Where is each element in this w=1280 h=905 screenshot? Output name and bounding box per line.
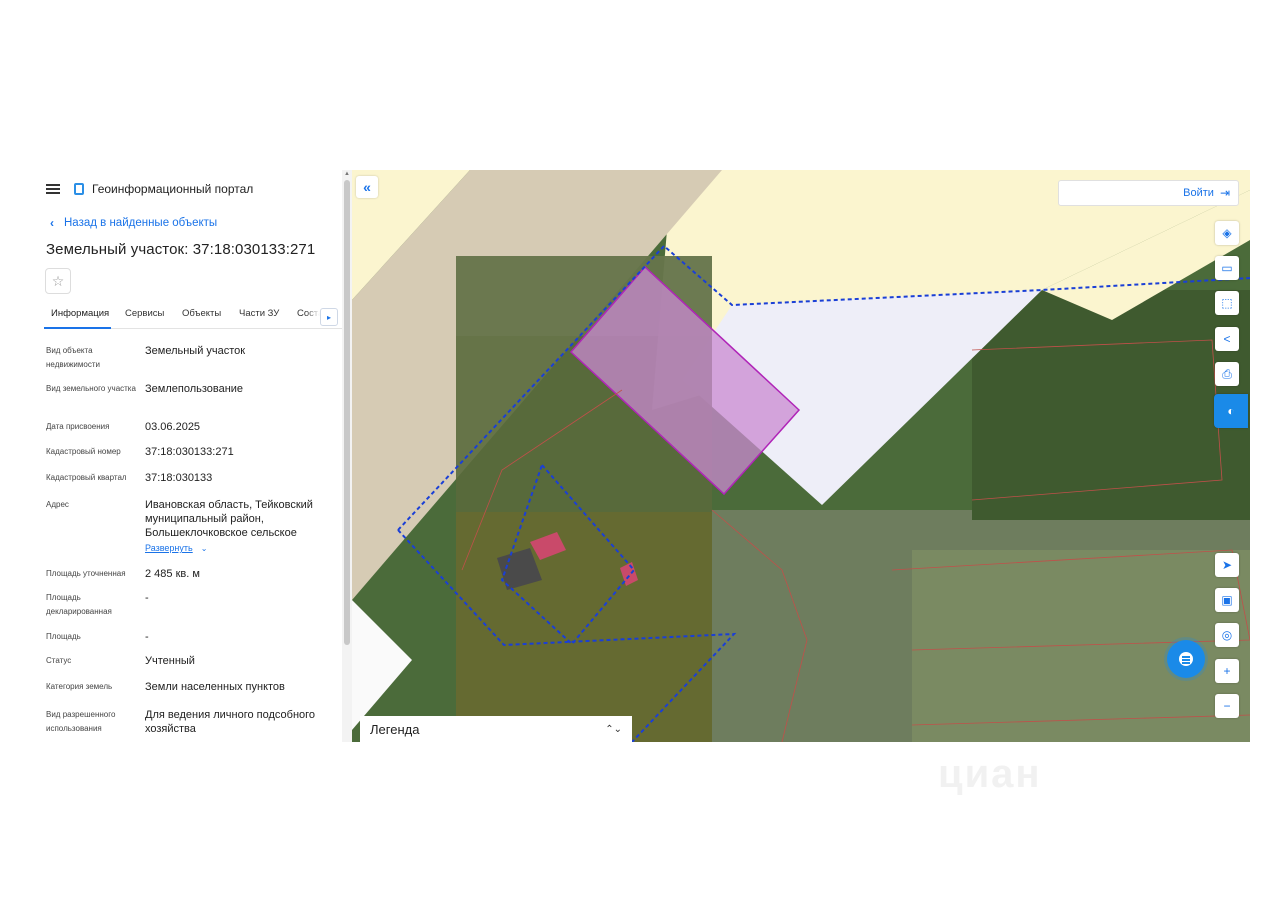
prop-value-area-specified: 2 485 кв. м — [145, 568, 200, 580]
portal-logo-icon — [74, 183, 84, 195]
tabs-next-button[interactable]: ▸ — [320, 308, 338, 326]
locate-icon: ➤ — [1221, 558, 1233, 572]
print-icon: ⎙ — [1222, 366, 1232, 381]
layers-icon: ◈ — [1222, 226, 1232, 240]
prop-label-area-declared: Площадь декларированная — [46, 593, 112, 616]
menu-icon[interactable] — [46, 184, 60, 194]
pin-button[interactable]: ◎ — [1215, 623, 1239, 647]
scrollbar-thumb[interactable] — [344, 180, 350, 645]
tab-information[interactable]: Информация — [51, 308, 109, 319]
prop-value-land-type: Землепользование — [145, 383, 244, 395]
area-select-icon: ⬚ — [1221, 296, 1233, 310]
prop-value-area: - — [145, 631, 149, 643]
chat-icon — [1179, 652, 1193, 666]
star-icon: ☆ — [51, 272, 65, 289]
tab-parts[interactable]: Части ЗУ — [239, 308, 279, 319]
back-link[interactable]: ‹ Назад в найденные объекты — [50, 216, 217, 230]
minimap-icon: ▣ — [1221, 593, 1233, 607]
share-button[interactable]: < — [1215, 327, 1239, 351]
layers-button[interactable]: ◈ — [1215, 221, 1239, 245]
zoom-out-button[interactable]: − — [1215, 694, 1239, 718]
login-label: Войти — [1183, 187, 1214, 199]
back-link-label: Назад в найденные объекты — [64, 217, 218, 229]
login-button[interactable]: Войти ⇥ — [1058, 180, 1239, 206]
scroll-up-icon[interactable]: ▲ — [344, 171, 350, 177]
panel-header: Геоинформационный портал — [46, 180, 253, 198]
portal-app: Геоинформационный портал ‹ Назад в найде… — [36, 170, 1250, 742]
prop-label-land-type: Вид земельного участка — [46, 384, 136, 393]
caret-right-icon: ▸ — [326, 312, 331, 322]
prop-value-cadastral-quarter: 37:18:030133 — [145, 472, 213, 484]
tab-fade — [306, 306, 320, 326]
object-title: Земельный участок: 37:18:030133:271 — [46, 241, 316, 258]
panel-scrollbar[interactable]: ▲ — [342, 170, 352, 742]
prop-label-area-specified: Площадь уточненная — [46, 569, 126, 578]
portal-badge-icon: ◐ — [1227, 404, 1235, 418]
prop-value-date: 03.06.2025 — [145, 421, 201, 433]
collapse-panel-button[interactable]: « — [356, 176, 378, 198]
portal-badge-button[interactable]: ◐ — [1214, 394, 1248, 428]
prop-value-land-category: Земли населенных пунктов — [145, 681, 285, 693]
zoom-in-button[interactable]: + — [1215, 659, 1239, 683]
tab-bar: Информация Сервисы Объекты Части ЗУ Сост… — [44, 308, 342, 329]
app-title: Геоинформационный портал — [92, 182, 254, 196]
prop-value-object-type: Земельный участок — [145, 345, 246, 357]
legend-dropdown[interactable]: Легенда ⌃⌄ — [360, 716, 632, 742]
prop-value-address: Ивановская область, Тейковский муниципал… — [145, 499, 313, 539]
prop-label-object-type: Вид объекта недвижимости — [46, 346, 100, 369]
chevron-left-icon: ‹ — [50, 216, 54, 230]
ruler-icon: ▭ — [1221, 261, 1233, 275]
prop-label-cadastral-number: Кадастровый номер — [46, 447, 121, 456]
ruler-button[interactable]: ▭ — [1215, 256, 1239, 280]
watermark: циан — [938, 752, 1042, 796]
prop-value-cadastral-number: 37:18:030133:271 — [145, 446, 234, 458]
zoom-out-icon: − — [1223, 699, 1231, 713]
expand-collapse-icon: ⌃⌄ — [605, 723, 622, 735]
locate-button[interactable]: ➤ — [1215, 553, 1239, 577]
info-panel: Геоинформационный портал ‹ Назад в найде… — [36, 170, 352, 742]
favorite-button[interactable]: ☆ — [45, 268, 71, 294]
map-canvas — [352, 170, 1250, 742]
map-view[interactable]: « Войти ⇥ ◈ ▭ ⬚ < ⎙ ◐ ➤ ▣ ◎ + − Легенда … — [352, 170, 1250, 742]
prop-label-status: Статус — [46, 656, 72, 665]
ortho-tile-lower — [456, 512, 712, 742]
active-tab-indicator — [44, 327, 111, 329]
prop-label-area: Площадь — [46, 632, 81, 641]
login-icon: ⇥ — [1219, 186, 1230, 200]
prop-value-permitted-use: Для ведения личного подсобного хозяйства — [145, 709, 316, 735]
area-select-button[interactable]: ⬚ — [1215, 291, 1239, 315]
prop-label-permitted-use: Вид разрешенного использования — [46, 710, 116, 733]
legend-label: Легенда — [370, 721, 420, 737]
zoom-in-icon: + — [1223, 664, 1231, 678]
pin-icon: ◎ — [1221, 628, 1233, 642]
tab-services[interactable]: Сервисы — [125, 308, 164, 319]
chat-button[interactable] — [1167, 640, 1205, 678]
expand-label: Развернуть — [145, 543, 193, 553]
print-button[interactable]: ⎙ — [1215, 362, 1239, 386]
share-icon: < — [1223, 332, 1231, 346]
prop-label-date: Дата присвоения — [46, 422, 110, 431]
prop-value-area-declared: - — [145, 592, 149, 604]
garden-area — [972, 290, 1250, 520]
chevron-down-icon: ⌄ — [200, 544, 208, 553]
prop-label-land-category: Категория земель — [46, 682, 113, 691]
prop-value-status: Учтенный — [145, 655, 195, 667]
expand-address-link[interactable]: Развернуть ⌄ — [145, 543, 207, 553]
prop-label-cadastral-quarter: Кадастровый квартал — [46, 473, 127, 482]
tab-objects[interactable]: Объекты — [182, 308, 221, 319]
prop-label-address: Адрес — [46, 500, 69, 509]
minimap-button[interactable]: ▣ — [1215, 588, 1239, 612]
